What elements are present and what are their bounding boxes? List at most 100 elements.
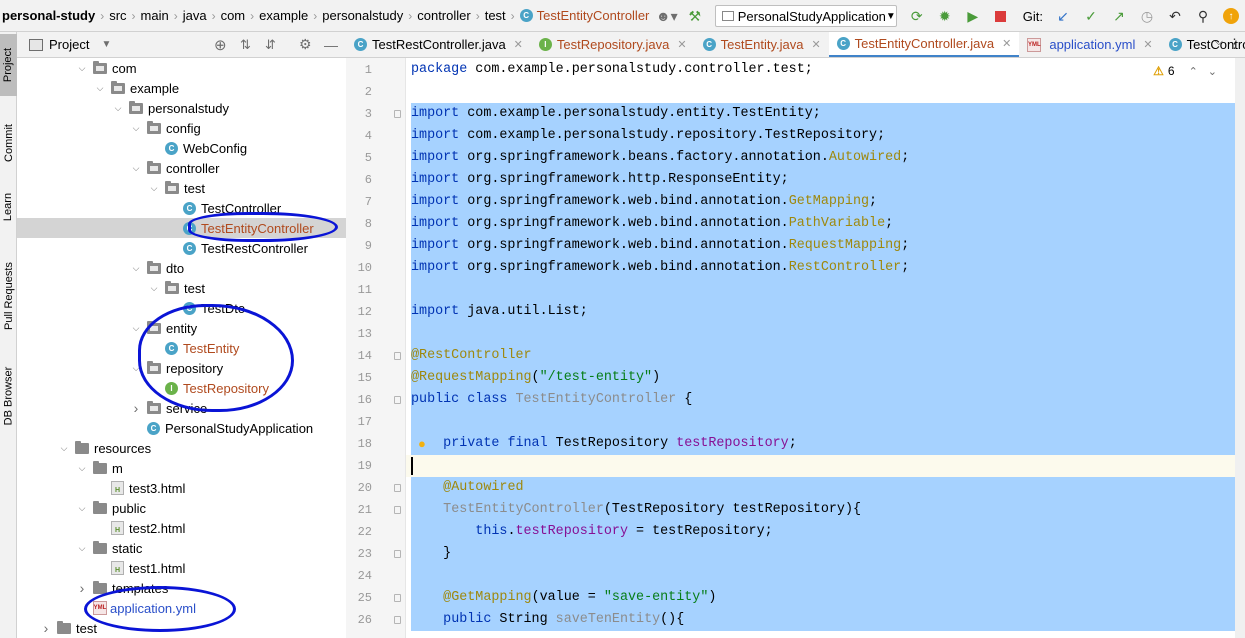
close-icon[interactable]: ✕: [514, 38, 523, 51]
rerun-icon[interactable]: ⟳: [905, 4, 929, 28]
tree-item[interactable]: › service: [17, 398, 346, 418]
chevron-right-icon[interactable]: ›: [39, 620, 53, 636]
tree-item[interactable]: ⌵ repository: [17, 358, 346, 378]
chevron-down-icon[interactable]: ⌵: [129, 163, 143, 174]
tree-item[interactable]: ⌵ resources: [17, 438, 346, 458]
git-update-icon[interactable]: ↙: [1051, 4, 1075, 28]
chevron-down-icon[interactable]: ⌵: [129, 123, 143, 134]
tree-item[interactable]: Htest1.html: [17, 558, 346, 578]
chevron-down-icon[interactable]: ▼: [101, 39, 111, 50]
tree-item[interactable]: C TestController: [17, 198, 346, 218]
rollback-icon[interactable]: ↶: [1163, 4, 1187, 28]
editor-scrollbar[interactable]: [1235, 58, 1245, 638]
tree-item[interactable]: ⌵ test: [17, 178, 346, 198]
chevron-down-icon[interactable]: ⌵: [57, 443, 71, 454]
tool-tab-project[interactable]: Project: [0, 34, 17, 96]
fold-marker-icon[interactable]: [394, 484, 401, 492]
close-icon[interactable]: ✕: [1002, 37, 1011, 50]
tree-item[interactable]: I TestRepository: [17, 378, 346, 398]
run-coverage-icon[interactable]: ▶: [961, 4, 985, 28]
more-icon[interactable]: ⋮: [1228, 36, 1241, 52]
fold-marker-icon[interactable]: [394, 616, 401, 624]
editor-tab[interactable]: YML application.yml ✕: [1019, 32, 1160, 57]
breadcrumb-item[interactable]: controller: [417, 0, 470, 32]
chevron-right-icon[interactable]: ›: [75, 580, 89, 596]
chevron-down-icon[interactable]: ⌵: [147, 183, 161, 194]
project-panel-title[interactable]: Project: [49, 37, 89, 52]
tool-tab-learn[interactable]: Learn: [0, 184, 17, 230]
chevron-down-icon[interactable]: ⌵: [75, 503, 89, 514]
breadcrumb-item[interactable]: C TestEntityController: [519, 0, 649, 32]
tree-item[interactable]: C TestRestController: [17, 238, 346, 258]
tree-item[interactable]: ⌵ static: [17, 538, 346, 558]
tree-item[interactable]: ⌵ test: [17, 278, 346, 298]
tree-item[interactable]: C PersonalStudyApplication: [17, 418, 346, 438]
breadcrumb-item[interactable]: example: [259, 0, 308, 32]
breadcrumb-item[interactable]: com: [221, 0, 246, 32]
fold-marker-icon[interactable]: [394, 352, 401, 360]
tree-item[interactable]: C TestEntityController: [17, 218, 346, 238]
code-editor[interactable]: ⚠ 6 ⌃ ⌄ package com.example.personalstudy.c…: [406, 58, 1245, 638]
tree-item[interactable]: ⌵ dto: [17, 258, 346, 278]
tree-item[interactable]: Htest2.html: [17, 518, 346, 538]
tool-tab-db-browser[interactable]: DB Browser: [0, 356, 17, 436]
chevron-down-icon[interactable]: ⌄: [1208, 65, 1217, 78]
chevron-down-icon[interactable]: ⌵: [129, 263, 143, 274]
chevron-down-icon[interactable]: ⌵: [129, 363, 143, 374]
build-hammer-icon[interactable]: ⚒: [683, 4, 707, 28]
tool-tab-commit[interactable]: Commit: [0, 112, 17, 174]
tree-item[interactable]: ⌵ com: [17, 58, 346, 78]
tool-tab-pull-requests[interactable]: Pull Requests: [0, 246, 17, 346]
fold-marker-icon[interactable]: [394, 594, 401, 602]
editor-tab[interactable]: C TestRestController.java ✕: [346, 32, 531, 57]
breadcrumb-item[interactable]: main: [141, 0, 169, 32]
chevron-down-icon[interactable]: ⌵: [147, 283, 161, 294]
chevron-up-icon[interactable]: ⌃: [1189, 65, 1198, 78]
tree-item[interactable]: › test: [17, 618, 346, 638]
editor-tab[interactable]: C TestEntityController.java ✕: [828, 32, 1020, 57]
stop-icon[interactable]: [989, 4, 1013, 28]
tree-item[interactable]: YML application.yml: [17, 598, 346, 618]
tree-item[interactable]: ⌵ public: [17, 498, 346, 518]
hide-icon[interactable]: —: [324, 37, 338, 53]
fold-marker-icon[interactable]: [394, 506, 401, 514]
breadcrumb-item[interactable]: src: [109, 0, 126, 32]
tree-item[interactable]: C TestEntity: [17, 338, 346, 358]
tree-item[interactable]: Htest3.html: [17, 478, 346, 498]
tree-item[interactable]: ⌵ config: [17, 118, 346, 138]
collapse-all-icon[interactable]: ⇵: [265, 37, 276, 53]
git-push-icon[interactable]: ↗: [1107, 4, 1131, 28]
tab-list-chevron-icon[interactable]: ⌵: [1215, 36, 1223, 49]
chevron-down-icon[interactable]: ⌵: [129, 323, 143, 334]
gear-icon[interactable]: ⚙: [299, 36, 312, 53]
history-icon[interactable]: ◷: [1135, 4, 1159, 28]
close-icon[interactable]: ✕: [677, 38, 686, 51]
tree-item[interactable]: › templates: [17, 578, 346, 598]
tree-item[interactable]: ⌵ controller: [17, 158, 346, 178]
chevron-down-icon[interactable]: ⌵: [75, 63, 89, 74]
tree-item[interactable]: ⌵ entity: [17, 318, 346, 338]
locate-icon[interactable]: ⊕: [214, 36, 227, 54]
chevron-down-icon[interactable]: ⌵: [75, 463, 89, 474]
tree-item[interactable]: ⌵ personalstudy: [17, 98, 346, 118]
update-available-icon[interactable]: ↑: [1219, 4, 1243, 28]
tree-item[interactable]: ⌵ example: [17, 78, 346, 98]
chevron-down-icon[interactable]: ⌵: [111, 103, 125, 114]
close-icon[interactable]: ✕: [811, 38, 820, 51]
breadcrumb-item[interactable]: test: [485, 0, 506, 32]
editor-tab[interactable]: I TestRepository.java ✕: [531, 32, 695, 57]
close-icon[interactable]: ✕: [1143, 38, 1152, 51]
debug-icon[interactable]: ✹: [933, 4, 957, 28]
chevron-down-icon[interactable]: ⌵: [75, 543, 89, 554]
run-configuration-select[interactable]: PersonalStudyApplication ▼: [714, 5, 897, 27]
git-commit-icon[interactable]: ✓: [1079, 4, 1103, 28]
breadcrumb-item[interactable]: java: [183, 0, 207, 32]
expand-all-icon[interactable]: ⇅: [240, 37, 251, 53]
tree-item[interactable]: ⌵ m: [17, 458, 346, 478]
tree-item[interactable]: C TestDto: [17, 298, 346, 318]
inspection-widget[interactable]: ⚠ 6 ⌃ ⌄: [1153, 64, 1217, 78]
breadcrumb-item[interactable]: personal-study: [2, 0, 95, 32]
breadcrumb-item[interactable]: personalstudy: [322, 0, 403, 32]
chevron-down-icon[interactable]: ⌵: [93, 83, 107, 94]
chevron-right-icon[interactable]: ›: [129, 400, 143, 416]
